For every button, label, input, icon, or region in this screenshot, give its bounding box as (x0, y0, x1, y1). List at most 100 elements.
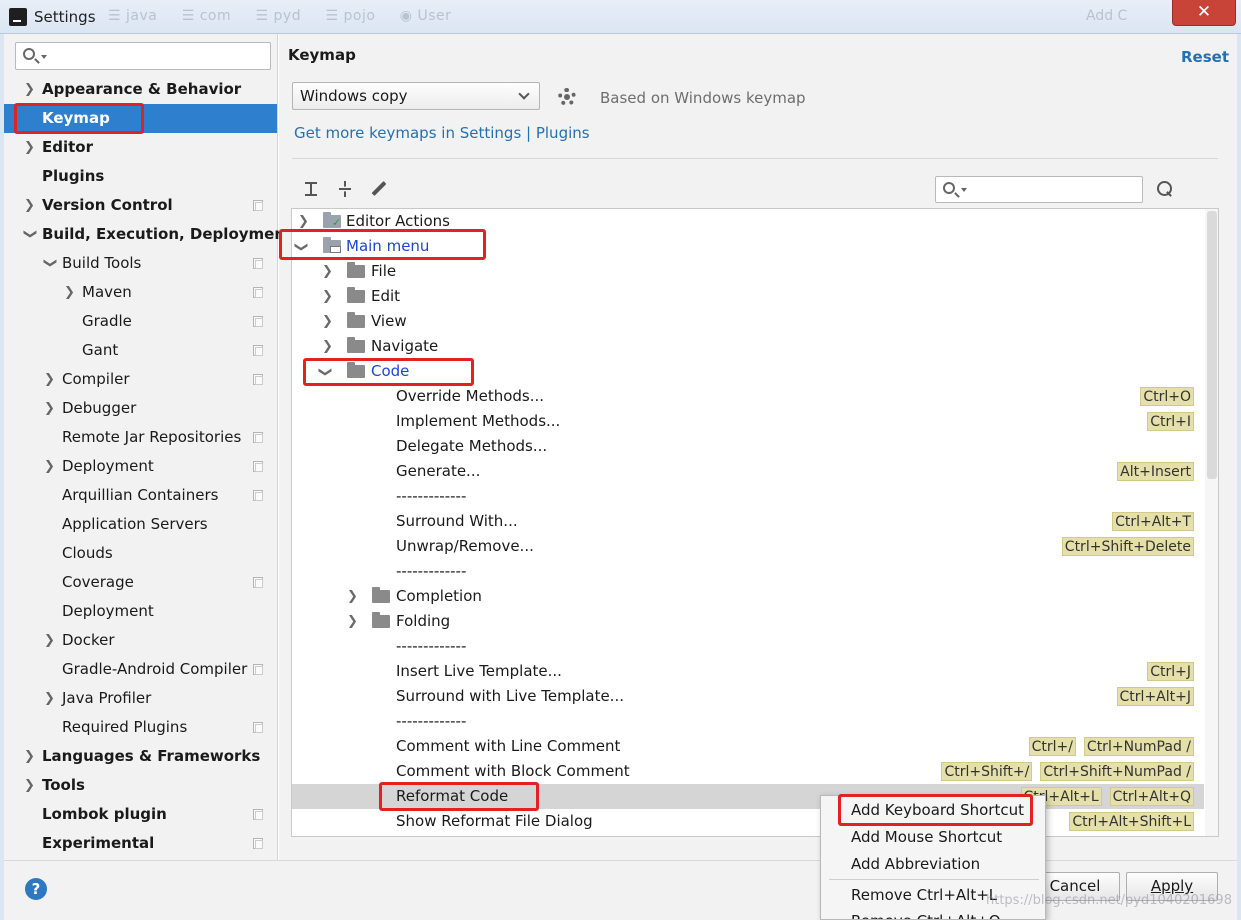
tree-row-show-reformat-file-dialog[interactable]: Show Reformat File Dialog Ctrl+Alt+Shift… (292, 809, 1204, 834)
sidebar-item-deployment-2[interactable]: Deployment (4, 597, 277, 626)
tree-row-edit[interactable]: ❯ Edit (292, 284, 1204, 309)
window-frame-right (1237, 34, 1241, 920)
sidebar-item-deployment[interactable]: ❯ Deployment (4, 452, 277, 481)
help-icon[interactable]: ? (25, 878, 47, 900)
tree-row-insert-live-template[interactable]: Insert Live Template... Ctrl+J (292, 659, 1204, 684)
tree-row-label: Comment with Block Comment (396, 762, 630, 780)
sidebar-item-build-execution-deployment[interactable]: ❯ Build, Execution, Deployment (4, 220, 293, 249)
sidebar-item-version-control[interactable]: ❯ Version Control (4, 191, 277, 220)
keymap-search-input[interactable] (935, 176, 1143, 203)
settings-sidebar: ❯ Appearance & Behavior Keymap ❯ Editor … (4, 34, 293, 860)
tree-row-comment-line[interactable]: Comment with Line Comment Ctrl+/ Ctrl+Nu… (292, 734, 1204, 759)
tree-row-surround-with[interactable]: Surround With... Ctrl+Alt+T (292, 509, 1204, 534)
project-level-icon (253, 809, 263, 820)
edit-pencil-icon[interactable] (370, 180, 388, 198)
chevron-right-icon[interactable]: ❯ (347, 609, 358, 634)
chevron-right-icon[interactable]: ❯ (347, 584, 358, 609)
gear-icon[interactable] (558, 88, 576, 106)
sidebar-item-experimental[interactable]: Experimental (4, 829, 277, 858)
sidebar-item-plugins[interactable]: Plugins (4, 162, 277, 191)
tree-row-file[interactable]: ❯ File (292, 259, 1204, 284)
settings-search-input[interactable] (15, 42, 271, 70)
sidebar-item-languages-frameworks[interactable]: ❯ Languages & Frameworks (4, 742, 277, 771)
chevron-down-icon[interactable]: ❯ (16, 229, 45, 241)
search-history-dropdown-icon[interactable] (41, 55, 47, 59)
tree-row-unwrap-remove[interactable]: Unwrap/Remove... Ctrl+Shift+Delete (292, 534, 1204, 559)
sidebar-item-tools[interactable]: ❯ Tools (4, 771, 277, 800)
sidebar-item-required-plugins[interactable]: Required Plugins (4, 713, 277, 742)
tree-row-navigate[interactable]: ❯ Navigate (292, 334, 1204, 359)
keymap-select[interactable]: Windows copy (292, 82, 540, 110)
tree-row-delegate-methods[interactable]: Delegate Methods... (292, 434, 1204, 459)
chevron-right-icon[interactable]: ❯ (24, 771, 36, 800)
folder-icon (372, 612, 390, 628)
chevron-down-icon[interactable]: ❯ (292, 242, 314, 253)
tree-row-generate[interactable]: Generate... Alt+Insert (292, 459, 1204, 484)
tree-row-code[interactable]: ❯ Code (292, 359, 1204, 384)
chevron-right-icon[interactable]: ❯ (298, 209, 309, 234)
chevron-right-icon[interactable]: ❯ (322, 259, 333, 284)
tree-row-completion[interactable]: ❯ Completion (292, 584, 1204, 609)
chevron-right-icon[interactable]: ❯ (44, 452, 56, 481)
chevron-right-icon[interactable]: ❯ (322, 334, 333, 359)
chevron-right-icon[interactable]: ❯ (44, 626, 56, 655)
folder-icon (347, 337, 365, 353)
find-by-shortcut-icon[interactable] (1155, 180, 1175, 200)
tree-row-folding[interactable]: ❯ Folding (292, 609, 1204, 634)
tree-row-comment-block[interactable]: Comment with Block Comment Ctrl+Shift+/ … (292, 759, 1204, 784)
menu-item-add-abbreviation[interactable]: Add Abbreviation (821, 851, 1045, 877)
expand-all-icon[interactable] (302, 180, 320, 198)
sidebar-item-label: Arquillian Containers (62, 486, 219, 504)
sidebar-item-arquillian-containers[interactable]: Arquillian Containers (4, 481, 277, 510)
reset-link[interactable]: Reset (1181, 48, 1229, 66)
tree-row-label: Reformat Code (396, 787, 509, 805)
tree-row-override-methods[interactable]: Override Methods... Ctrl+O (292, 384, 1204, 409)
sidebar-item-lombok-plugin[interactable]: Lombok plugin (4, 800, 277, 829)
sidebar-item-gradle-android-compiler[interactable]: Gradle-Android Compiler (4, 655, 277, 684)
chevron-right-icon[interactable]: ❯ (44, 394, 56, 423)
chevron-down-icon[interactable]: ❯ (313, 367, 338, 378)
chevron-right-icon[interactable]: ❯ (44, 365, 56, 394)
chevron-right-icon[interactable]: ❯ (322, 284, 333, 309)
sidebar-item-keymap[interactable]: Keymap (4, 104, 277, 133)
collapse-all-icon[interactable] (336, 180, 354, 198)
get-more-keymaps-link[interactable]: Get more keymaps in Settings | Plugins (294, 124, 590, 142)
tree-row-editor-actions[interactable]: ❯ Editor Actions (292, 209, 1204, 235)
sidebar-item-remote-jar-repositories[interactable]: Remote Jar Repositories (4, 423, 277, 452)
sidebar-item-maven[interactable]: ❯ Maven (4, 278, 277, 307)
chevron-right-icon[interactable]: ❯ (64, 278, 76, 307)
sidebar-item-debugger[interactable]: ❯ Debugger (4, 394, 277, 423)
sidebar-item-coverage[interactable]: Coverage (4, 568, 277, 597)
tree-row-reformat-code[interactable]: Reformat Code Ctrl+Alt+L Ctrl+Alt+Q (292, 784, 1204, 809)
sidebar-item-appearance-behavior[interactable]: ❯ Appearance & Behavior (4, 75, 277, 104)
menu-item-remove-ctrl-alt-q[interactable]: Remove Ctrl+Alt+Q (821, 908, 1045, 919)
chevron-right-icon[interactable]: ❯ (24, 742, 36, 771)
sidebar-item-compiler[interactable]: ❯ Compiler (4, 365, 277, 394)
chevron-right-icon[interactable]: ❯ (24, 133, 36, 162)
tree-row-view[interactable]: ❯ View (292, 309, 1204, 334)
tree-scrollbar-thumb[interactable] (1207, 211, 1217, 479)
search-history-dropdown-icon[interactable] (961, 188, 967, 192)
close-window-button[interactable]: ✕ (1172, 0, 1236, 26)
keymap-action-tree[interactable]: ❯ Editor Actions ❯ Main menu ❯ File ❯ Ed… (291, 208, 1219, 837)
chevron-right-icon[interactable]: ❯ (44, 684, 56, 713)
menu-item-add-keyboard-shortcut[interactable]: Add Keyboard Shortcut (821, 797, 1045, 823)
editor-actions-folder-icon (323, 210, 341, 235)
tree-row-main-menu[interactable]: ❯ Main menu (292, 234, 1204, 259)
sidebar-item-editor[interactable]: ❯ Editor (4, 133, 277, 162)
sidebar-item-build-tools[interactable]: ❯ Build Tools (4, 249, 277, 278)
sidebar-item-application-servers[interactable]: Application Servers (4, 510, 277, 539)
chevron-right-icon[interactable]: ❯ (24, 191, 36, 220)
chevron-right-icon[interactable]: ❯ (24, 75, 36, 104)
tree-row-surround-with-live-template[interactable]: Surround with Live Template... Ctrl+Alt+… (292, 684, 1204, 709)
sidebar-item-gradle[interactable]: Gradle (4, 307, 277, 336)
sidebar-item-clouds[interactable]: Clouds (4, 539, 277, 568)
menu-item-add-mouse-shortcut[interactable]: Add Mouse Shortcut (821, 824, 1045, 850)
chevron-down-icon[interactable]: ❯ (36, 258, 65, 270)
sidebar-item-docker[interactable]: ❯ Docker (4, 626, 277, 655)
sidebar-item-gant[interactable]: Gant (4, 336, 277, 365)
tree-row-implement-methods[interactable]: Implement Methods... Ctrl+I (292, 409, 1204, 434)
folder-icon (347, 287, 365, 303)
chevron-right-icon[interactable]: ❯ (322, 309, 333, 334)
sidebar-item-java-profiler[interactable]: ❯ Java Profiler (4, 684, 277, 713)
